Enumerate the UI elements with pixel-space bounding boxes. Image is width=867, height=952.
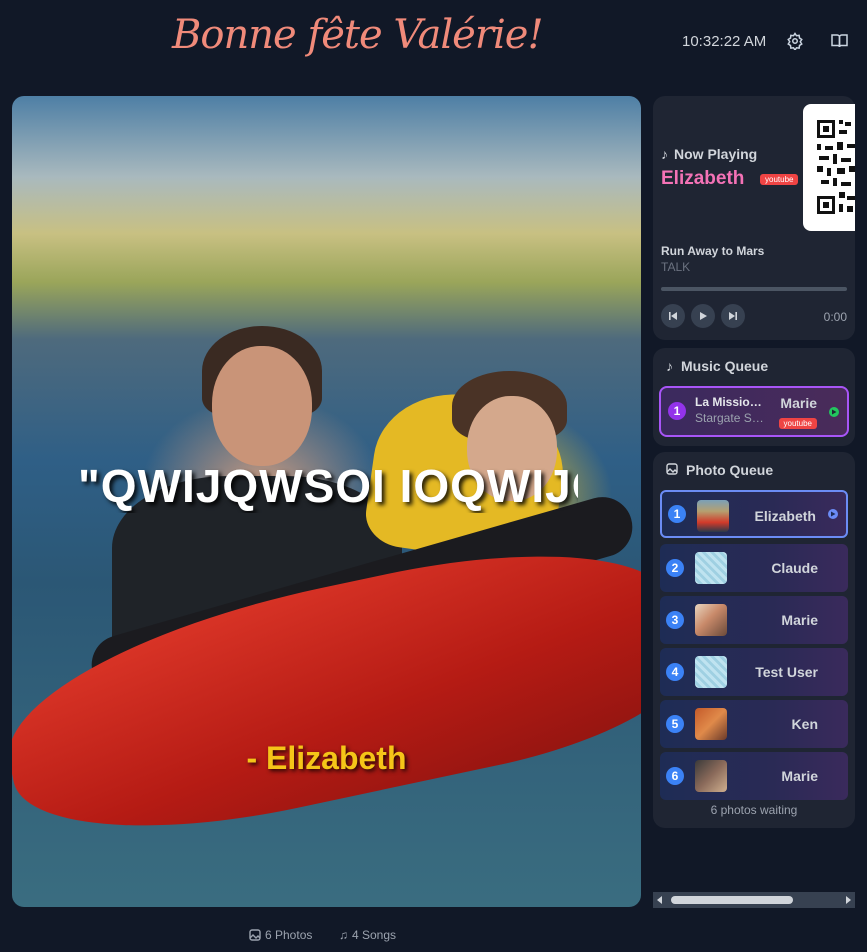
status-indicator-icon [828,509,838,519]
slide-photo: "QWIJQWSOI IOQWIJQWSOI - Elizabeth [12,96,641,907]
queue-position: 3 [666,611,684,629]
photos-waiting-count: 6 photos waiting [710,803,798,817]
book-icon[interactable] [829,31,849,51]
photo-thumbnail [695,708,727,740]
now-playing-header: ♪ Now Playing [661,146,757,162]
queue-song-title: La Mission Stargate [695,395,769,409]
queue-position: 5 [666,715,684,733]
queue-requester: Marie [780,395,817,411]
music-queue-header: ♪ Music Queue [666,358,768,374]
music-note-icon: ♫ [339,928,348,942]
queue-position: 1 [668,505,686,523]
photo-thumbnail [697,500,729,532]
qr-code [803,104,855,231]
photo-thumbnail [695,760,727,792]
queue-song-artist: Stargate SG-1 [695,411,769,425]
photo-queue-item[interactable]: 4 Test User [660,648,848,696]
song-artist: TALK [661,260,691,274]
song-count-label: 4 Songs [352,928,397,942]
scrollbar-thumb[interactable] [671,896,793,904]
photo-queue-item[interactable]: 1 Elizabeth [660,490,848,538]
song-title: Run Away to Mars [661,244,765,258]
photo-queue-item[interactable]: 5 Ken [660,700,848,748]
photo-queue-header: Photo Queue [666,462,773,478]
photo-face-1 [212,346,312,466]
photo-count-label: 6 Photos [265,928,313,942]
music-note-icon: ♪ [666,358,673,374]
page-title: Bonne fête Valérie! [172,12,544,58]
photo-queue-item[interactable]: 3 Marie [660,596,848,644]
image-icon [666,462,678,478]
photo-uploader: Elizabeth [754,508,816,524]
queue-position: 4 [666,663,684,681]
photo-queue-item[interactable]: 2 Claude [660,544,848,592]
status-indicator-icon [829,407,839,417]
photo-queue-label: Photo Queue [686,462,774,478]
queue-position: 2 [666,559,684,577]
queue-position: 6 [666,767,684,785]
now-playing-requester: Elizabeth [661,168,745,189]
photo-uploader: Claude [771,560,818,576]
song-progress-bar[interactable] [661,287,847,291]
scroll-left-icon[interactable] [657,896,663,904]
photo-uploader: Marie [781,768,818,784]
photo-thumbnail [695,604,727,636]
queue-position: 1 [668,402,686,420]
now-playing-label: Now Playing [674,146,758,162]
source-badge: youtube [778,418,817,429]
next-icon[interactable] [721,304,745,328]
scroll-right-icon[interactable] [845,896,851,904]
song-count: ♫ 4 Songs [339,928,396,942]
song-time: 0:00 [823,310,847,324]
photo-uploader: Marie [781,612,818,628]
gear-icon[interactable] [785,31,805,51]
previous-icon[interactable] [661,304,685,328]
music-queue-label: Music Queue [681,358,769,374]
photo-uploader: Test User [755,664,818,680]
music-note-icon: ♪ [661,146,668,162]
play-icon[interactable] [691,304,715,328]
horizontal-scrollbar[interactable] [653,892,855,908]
clock: 10:32:22 AM [682,33,767,50]
photo-count: 6 Photos [249,928,312,942]
slide-quote: "QWIJQWSOI IOQWIJQWSOI [78,460,578,512]
music-queue-panel: ♪ Music Queue 1 La Mission Stargate Star… [653,348,855,446]
photo-thumbnail [695,656,727,688]
photo-queue-item[interactable]: 6 Marie [660,752,848,800]
photo-uploader: Ken [791,716,818,732]
source-badge: youtube [760,174,799,185]
photo-thumbnail [695,552,727,584]
slide-author: - Elizabeth [246,740,407,776]
image-icon [249,929,261,941]
music-queue-item[interactable]: 1 La Mission Stargate Stargate SG-1 Mari… [659,386,849,437]
photo-queue-panel: Photo Queue 1 Elizabeth 2 Claude 3 Marie… [653,452,855,828]
now-playing-panel: ♪ Now Playing Elizabeth youtube Run Away… [653,96,855,340]
